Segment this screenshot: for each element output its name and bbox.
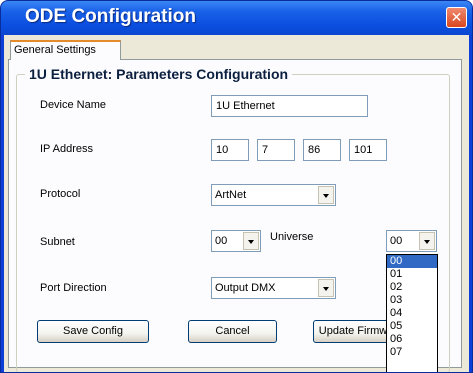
cancel-button[interactable]: Cancel [188, 320, 277, 343]
subnet-select[interactable]: 00 [211, 230, 261, 252]
subnet-label: Subnet [40, 236, 75, 248]
universe-select[interactable]: 00 [386, 230, 437, 252]
universe-value: 00 [390, 235, 403, 247]
universe-option[interactable]: 03 [387, 294, 437, 307]
ip-octet-3-input[interactable]: 86 [303, 139, 341, 161]
universe-option[interactable]: 02 [387, 281, 437, 294]
close-button[interactable]: ✕ [446, 7, 467, 28]
protocol-select[interactable]: ArtNet [211, 184, 336, 206]
universe-option[interactable]: 06 [387, 333, 437, 346]
port-direction-dropdown-arrow-icon[interactable] [318, 279, 334, 297]
ode-configuration-window: ODE Configuration ✕ General Settings 1U … [0, 0, 473, 373]
protocol-dropdown-arrow-icon[interactable] [318, 186, 334, 204]
ip-octet-2-input[interactable]: 7 [257, 139, 295, 161]
ip-octet-4-input[interactable]: 101 [349, 139, 387, 161]
subnet-value: 00 [215, 235, 228, 247]
universe-label: Universe [270, 231, 314, 243]
universe-option[interactable]: 04 [387, 307, 437, 320]
device-name-input[interactable]: 1U Ethernet [211, 95, 368, 117]
universe-dropdown-list[interactable]: 00 01 02 03 04 05 06 07 [386, 254, 438, 372]
protocol-value: ArtNet [215, 189, 247, 201]
universe-dropdown-arrow-icon[interactable] [419, 232, 435, 250]
close-icon: ✕ [450, 9, 463, 26]
protocol-label: Protocol [40, 188, 81, 200]
tab-general-settings[interactable]: General Settings [10, 40, 121, 60]
ip-octet-1-input[interactable]: 10 [211, 139, 249, 161]
universe-option[interactable]: 07 [387, 346, 437, 359]
window-title: ODE Configuration [25, 6, 196, 27]
groupbox-title: 1U Ethernet: Parameters Configuration [25, 66, 293, 82]
port-direction-label: Port Direction [40, 282, 107, 294]
subnet-dropdown-arrow-icon[interactable] [243, 232, 259, 250]
universe-option[interactable]: 01 [387, 268, 437, 281]
device-name-label: Device Name [40, 99, 107, 111]
port-direction-select[interactable]: Output DMX [211, 277, 336, 299]
ip-address-label: IP Address [40, 143, 93, 155]
universe-option[interactable]: 05 [387, 320, 437, 333]
tab-label: General Settings [14, 44, 96, 56]
title-bar[interactable]: ODE Configuration ✕ [1, 1, 472, 35]
update-firmware-button[interactable]: Update Firmw [313, 320, 393, 343]
universe-option[interactable]: 00 [387, 255, 437, 268]
port-direction-value: Output DMX [215, 282, 276, 294]
save-config-button[interactable]: Save Config [37, 320, 149, 343]
